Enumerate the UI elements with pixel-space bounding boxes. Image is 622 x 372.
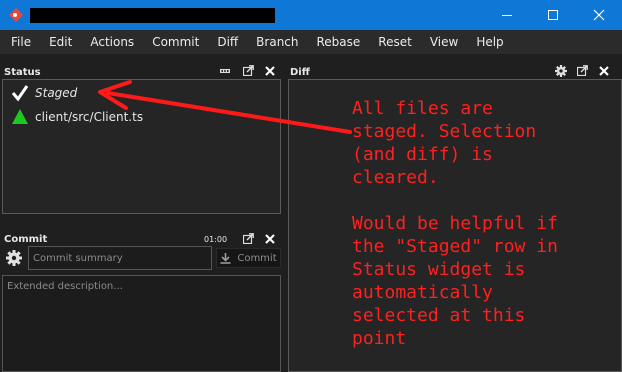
annotation-line: All files are: [352, 98, 493, 119]
annotation-line: (and diff) is: [352, 144, 493, 165]
annotation-line: automatically: [352, 282, 493, 303]
annotation-line: Status widget is: [352, 259, 526, 280]
annotation-line: the "Staged" row in: [352, 236, 558, 257]
annotation-line: cleared.: [352, 167, 439, 188]
annotation-line: point: [352, 328, 407, 349]
annotation-line: staged. Selection: [352, 121, 537, 142]
annotation-line: Would be helpful if: [352, 213, 558, 234]
annotation-line: selected at this: [352, 305, 526, 326]
annotation-arrow: [98, 80, 352, 134]
